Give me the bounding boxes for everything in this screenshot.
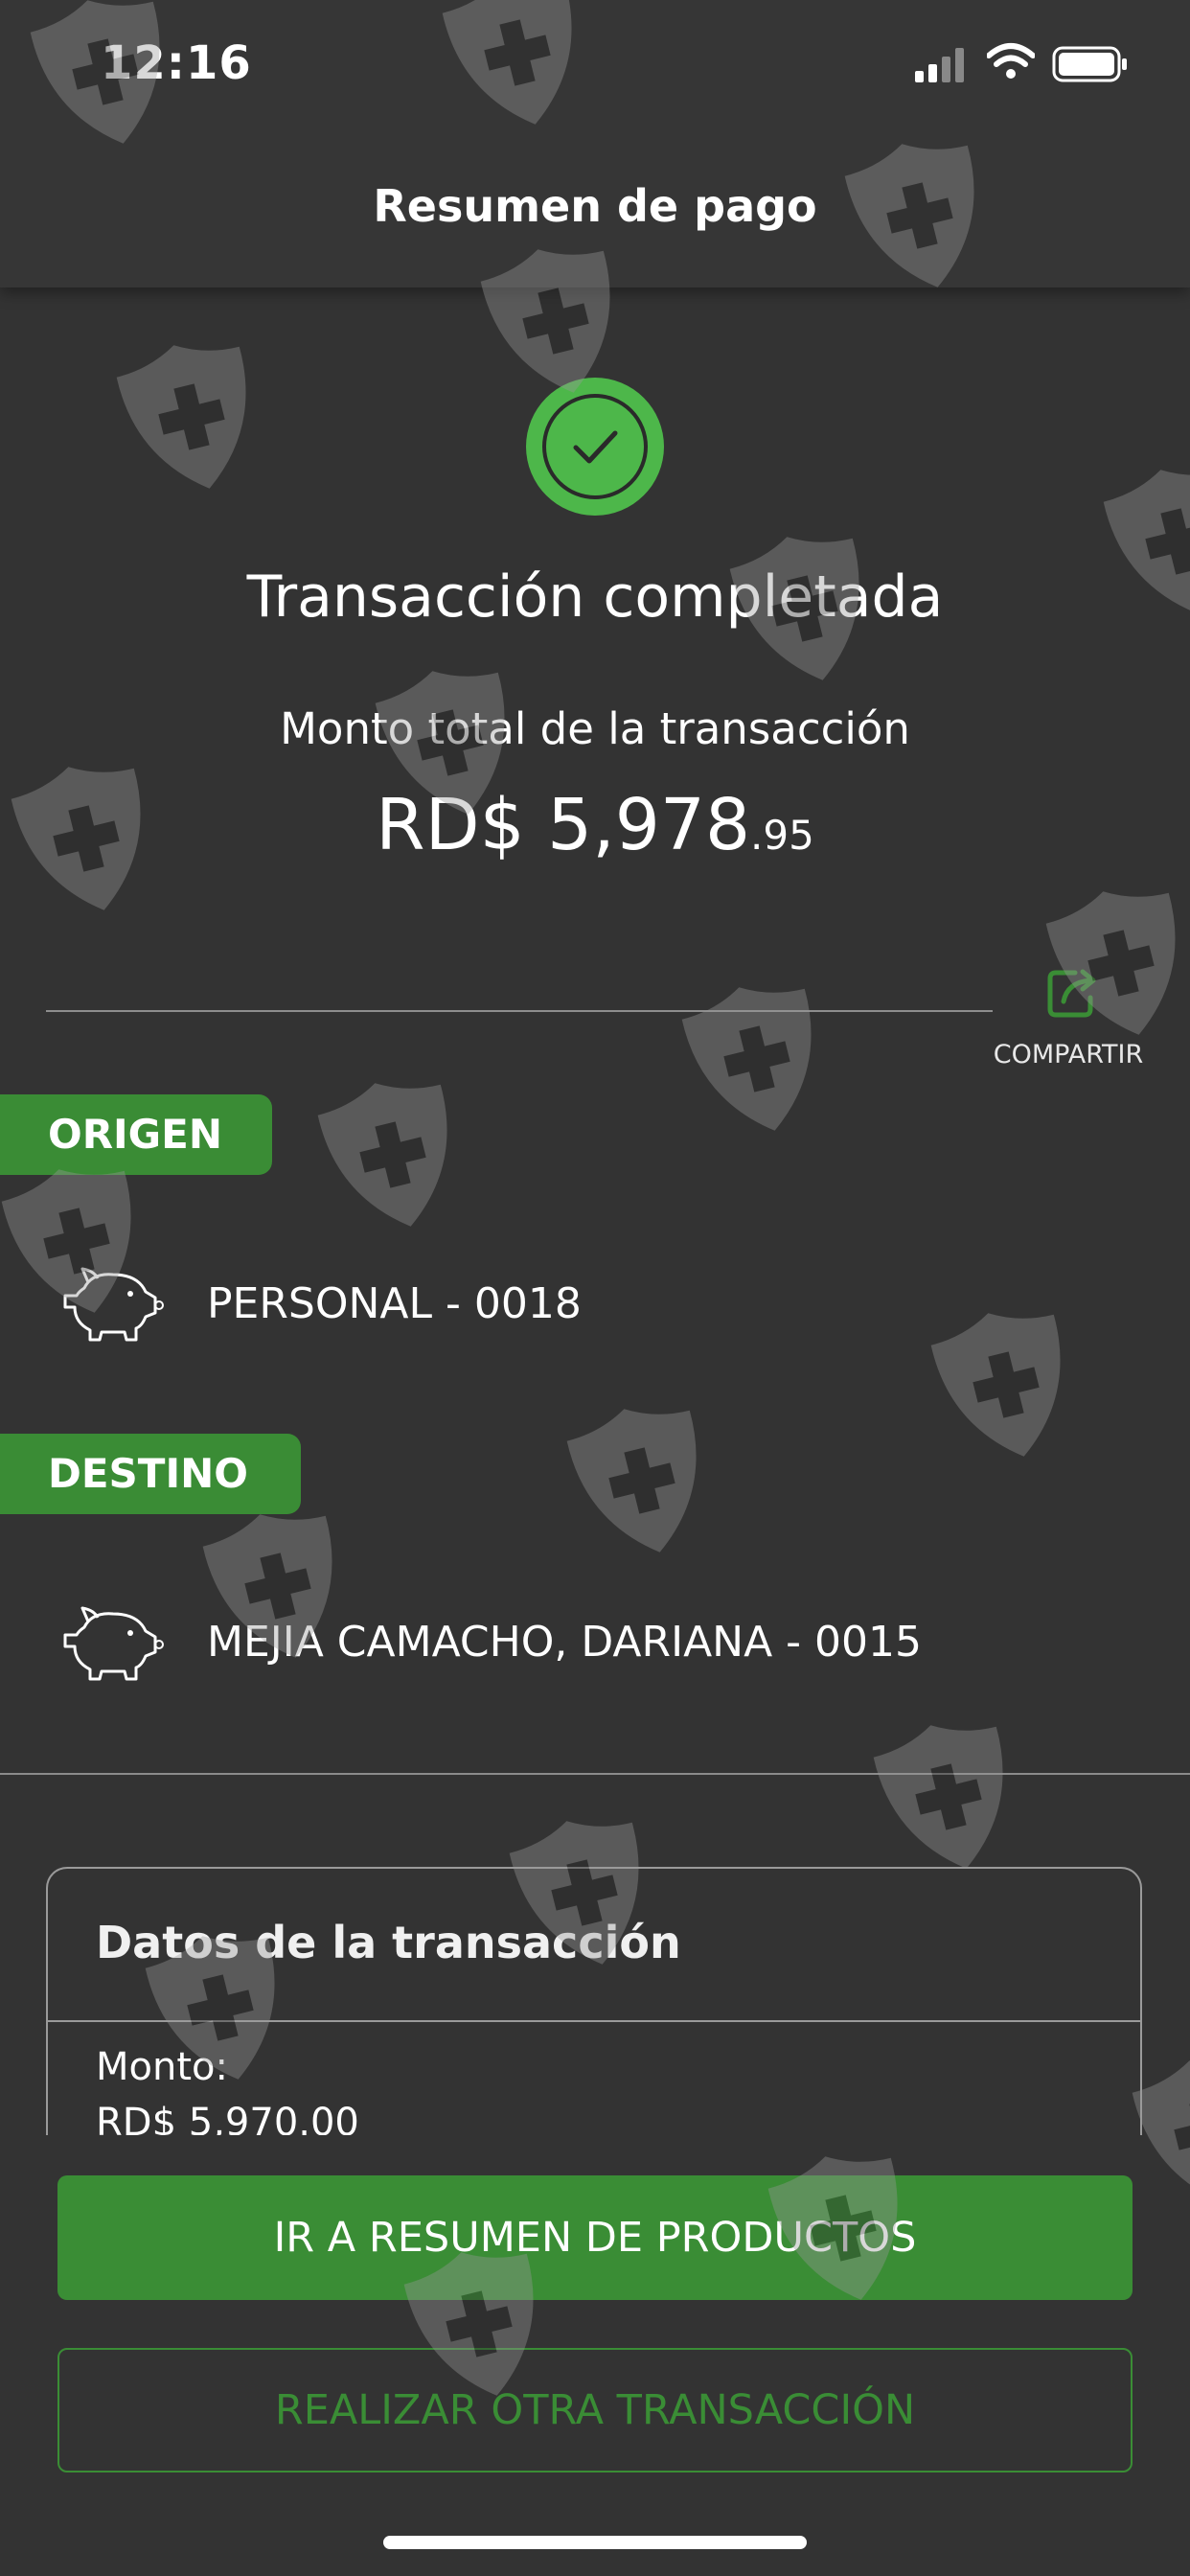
origin-account: PERSONAL - 0018 — [207, 1279, 582, 1328]
amount-cents: .95 — [750, 812, 814, 859]
page-title: Resumen de pago — [373, 180, 817, 232]
piggy-bank-icon — [63, 1606, 164, 1681]
shield-icon — [317, 1083, 447, 1227]
header: 12:16 Resumen de pago — [0, 0, 1190, 288]
total-amount: RD$ 5,978.95 — [0, 784, 1190, 866]
destination-account: MEJIA CAMACHO, DARIANA - 0015 — [207, 1618, 923, 1667]
success-check-icon — [526, 378, 664, 516]
transaction-status: Transacción completada — [246, 564, 944, 631]
new-transaction-button[interactable]: REALIZAR OTRA TRANSACCIÓN — [57, 2348, 1133, 2472]
shield-icon — [566, 1409, 697, 1552]
shield-icon — [930, 1313, 1061, 1457]
amount-label: Monto: — [96, 2045, 228, 2089]
origin-label: ORIGEN — [0, 1094, 272, 1175]
amount-value: RD$ 5,970.00 — [96, 2101, 359, 2135]
shield-icon — [873, 1725, 1003, 1869]
share-icon — [1047, 969, 1096, 1018]
wifi-icon — [987, 43, 1035, 79]
card-divider — [48, 2020, 1140, 2022]
products-summary-button[interactable]: IR A RESUMEN DE PRODUCTOS — [57, 2175, 1133, 2300]
amount-caption: Monto total de la transacción — [280, 703, 910, 754]
status-time: 12:16 — [101, 36, 252, 90]
destination-label: DESTINO — [0, 1434, 301, 1514]
transaction-details-card: Datos de la transacción Monto: RD$ 5,970… — [46, 1867, 1142, 2135]
divider — [46, 1010, 993, 1012]
share-button[interactable]: COMPARTIR — [977, 963, 1159, 1070]
amount-main: RD$ 5,978 — [376, 784, 751, 866]
details-title: Datos de la transacción — [96, 1917, 681, 1968]
shield-icon — [116, 345, 246, 489]
piggy-bank-icon — [63, 1267, 164, 1342]
home-indicator — [383, 2536, 807, 2549]
share-label: COMPARTIR — [993, 1040, 1144, 1070]
signal-icon — [915, 48, 964, 82]
battery-icon — [1052, 46, 1127, 82]
shield-icon — [681, 987, 812, 1131]
section-divider — [0, 1773, 1190, 1775]
